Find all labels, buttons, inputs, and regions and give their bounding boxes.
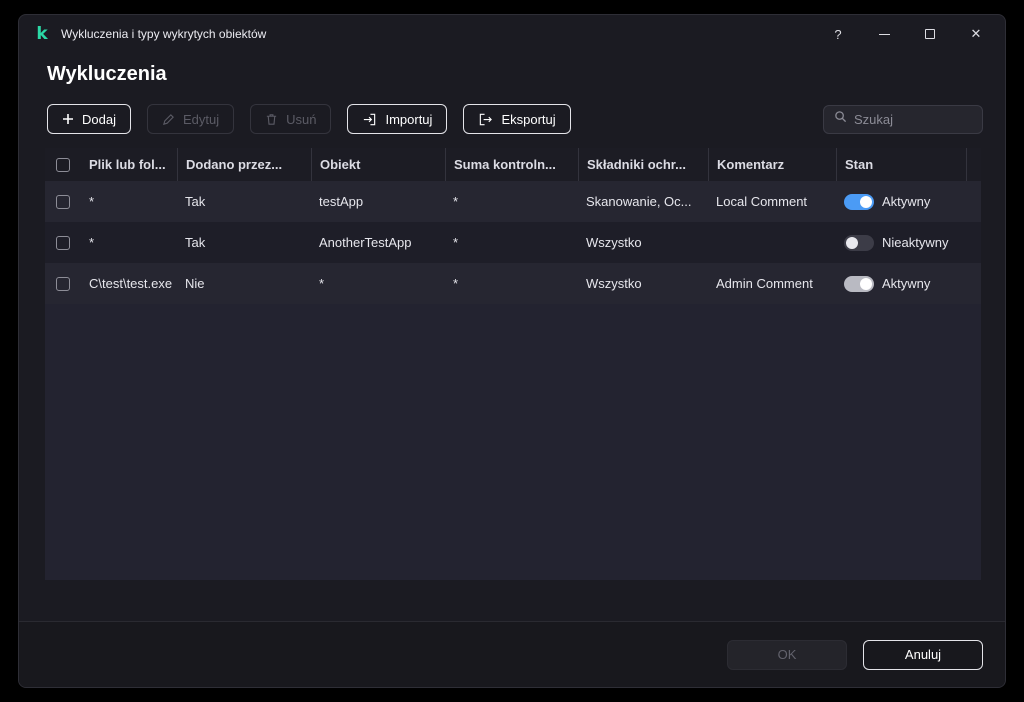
- state-label: Aktywny: [882, 194, 931, 209]
- cell-checksum: *: [453, 276, 459, 291]
- title-bar: k Wykluczenia i typy wykrytych obiektów …: [19, 15, 1005, 53]
- window-title: Wykluczenia i typy wykrytych obiektów: [61, 27, 267, 41]
- row-checkbox[interactable]: [56, 276, 70, 291]
- cell-comment: Local Comment: [716, 194, 808, 209]
- ok-button[interactable]: OK: [727, 639, 847, 670]
- pencil-icon: [162, 113, 175, 126]
- export-icon: [478, 112, 493, 127]
- import-icon: [362, 112, 377, 127]
- exclusions-table: Plik lub fol... Dodano przez... Obiekt S…: [45, 148, 981, 580]
- page-title: Wykluczenia: [47, 63, 167, 85]
- cell-path: *: [89, 235, 95, 250]
- toolbar: Dodaj Edytuj Usuń Importuj Eksportuj: [47, 104, 983, 134]
- cell-object: AnotherTestApp: [319, 235, 412, 250]
- table-row[interactable]: * Tak testApp * Skanowanie, Oc... Local …: [45, 181, 981, 222]
- state-toggle[interactable]: [844, 193, 874, 210]
- cell-added-by: Nie: [185, 276, 205, 291]
- cell-added-by: Tak: [185, 235, 206, 250]
- search-icon: [834, 110, 847, 128]
- table-row[interactable]: C\test\test.exe Nie * * Wszystko Admin C…: [45, 263, 981, 304]
- export-button[interactable]: Eksportuj: [463, 104, 571, 134]
- cell-added-by: Tak: [185, 194, 206, 209]
- exclusions-dialog: k Wykluczenia i typy wykrytych obiektów …: [18, 14, 1006, 688]
- col-header-checksum[interactable]: Suma kontroln...: [445, 148, 578, 181]
- minimize-icon: [878, 33, 890, 35]
- help-button[interactable]: ?: [815, 18, 861, 50]
- search-input[interactable]: [854, 111, 972, 127]
- state-label: Aktywny: [882, 276, 931, 291]
- col-header-path[interactable]: Plik lub fol...: [81, 148, 177, 181]
- cell-components: Wszystko: [586, 276, 642, 291]
- table-row[interactable]: * Tak AnotherTestApp * Wszystko Nieaktyw…: [45, 222, 981, 263]
- cell-checksum: *: [453, 235, 459, 250]
- select-all-checkbox[interactable]: [56, 157, 70, 172]
- cell-path: C\test\test.exe: [89, 276, 173, 291]
- close-button[interactable]: ✕: [953, 18, 999, 50]
- state-label: Nieaktywny: [882, 235, 949, 250]
- cell-object: testApp: [319, 194, 364, 209]
- table-header: Plik lub fol... Dodano przez... Obiekt S…: [45, 148, 981, 181]
- cell-checksum: *: [453, 194, 459, 209]
- cell-comment: [708, 222, 836, 263]
- cell-path: *: [89, 194, 95, 209]
- row-checkbox[interactable]: [56, 235, 70, 250]
- maximize-icon: [925, 29, 935, 39]
- col-header-object[interactable]: Obiekt: [311, 148, 445, 181]
- cell-components: Wszystko: [586, 235, 642, 250]
- state-toggle[interactable]: [844, 234, 874, 251]
- col-header-components[interactable]: Składniki ochr...: [578, 148, 708, 181]
- cell-comment: Admin Comment: [716, 276, 813, 291]
- cell-components: Skanowanie, Oc...: [586, 194, 692, 209]
- table-empty-area: [45, 304, 981, 580]
- row-checkbox[interactable]: [56, 194, 70, 209]
- col-header-state[interactable]: Stan: [836, 148, 966, 181]
- import-button[interactable]: Importuj: [347, 104, 448, 134]
- trash-icon: [265, 113, 278, 126]
- kaspersky-logo-icon: k: [36, 24, 48, 44]
- add-button[interactable]: Dodaj: [47, 104, 131, 134]
- dialog-footer: OK Anuluj: [19, 621, 1005, 687]
- plus-icon: [62, 113, 74, 125]
- search-box[interactable]: [823, 104, 983, 134]
- cell-object: *: [319, 276, 325, 291]
- edit-button[interactable]: Edytuj: [146, 104, 235, 134]
- minimize-button[interactable]: [861, 18, 907, 50]
- maximize-button[interactable]: [907, 18, 953, 50]
- delete-button[interactable]: Usuń: [250, 104, 332, 134]
- col-header-comment[interactable]: Komentarz: [708, 148, 836, 181]
- state-toggle[interactable]: [844, 275, 874, 292]
- col-header-added-by[interactable]: Dodano przez...: [177, 148, 311, 181]
- cancel-button[interactable]: Anuluj: [863, 639, 983, 670]
